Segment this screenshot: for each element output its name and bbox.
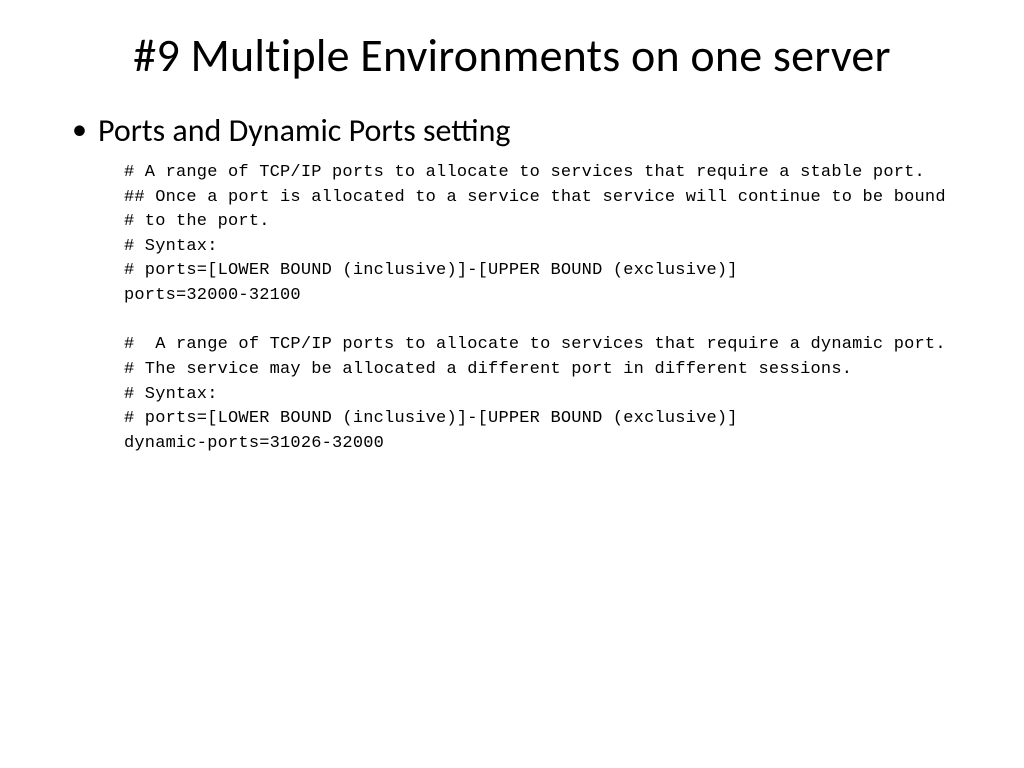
slide-container: #9 Multiple Environments on one server P… bbox=[0, 0, 1024, 497]
bullet-text: Ports and Dynamic Ports setting bbox=[98, 111, 510, 150]
bullet-list: Ports and Dynamic Ports setting bbox=[70, 111, 954, 151]
bullet-item-ports: Ports and Dynamic Ports setting bbox=[98, 111, 954, 151]
code-block-ports-config: # A range of TCP/IP ports to allocate to… bbox=[70, 161, 954, 457]
slide-title: #9 Multiple Environments on one server bbox=[70, 30, 954, 83]
